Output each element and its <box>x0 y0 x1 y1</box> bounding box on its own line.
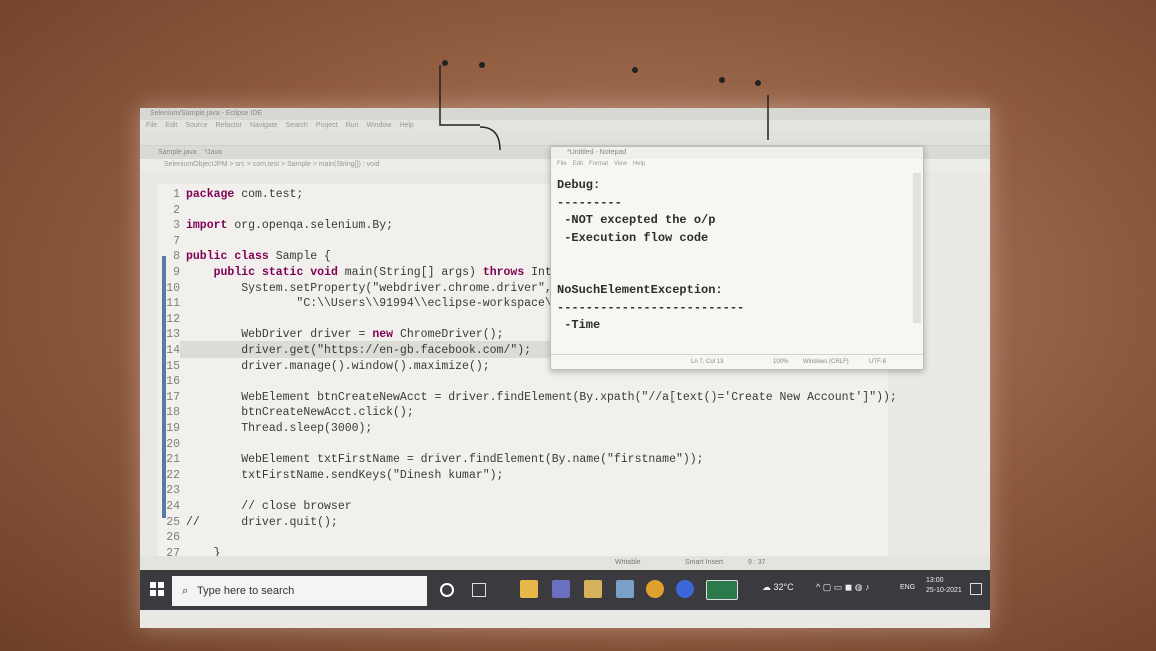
notepad-eol: Windows (CRLF) <box>803 359 849 365</box>
line-number: 2 <box>173 203 180 217</box>
code-text: // driver.quit(); <box>186 515 338 529</box>
code-line[interactable]: 22 txtFirstName.sendKeys("Dinesh kumar")… <box>158 469 503 487</box>
language-indicator[interactable]: ENG <box>900 584 915 591</box>
eclipse-taskbar-icon[interactable] <box>552 580 570 598</box>
status-position: 9 : 37 <box>748 559 766 566</box>
projected-screen: Selenium/Sample.java - Eclipse IDE File E… <box>140 108 990 628</box>
line-number: 7 <box>173 234 180 248</box>
notepad-menu-format[interactable]: Format <box>589 161 608 167</box>
code-text: WebDriver driver = new ChromeDriver(); <box>186 328 504 342</box>
notepad-cursor-pos: Ln 7, Col 13 <box>691 359 724 365</box>
notepad-scrollbar[interactable] <box>913 173 921 323</box>
code-text: WebElement btnCreateNewAcct = driver.fin… <box>186 390 897 404</box>
menu-item-edit[interactable]: Edit <box>165 122 177 129</box>
code-line[interactable]: 19 Thread.sleep(3000); <box>158 422 372 440</box>
notepad-text-area[interactable]: Debug: --------- -NOT excepted the o/p -… <box>557 177 744 335</box>
code-text: Thread.sleep(3000); <box>186 422 373 435</box>
notepad-encoding: UTF-8 <box>869 359 886 365</box>
menu-item-help[interactable]: Help <box>399 122 413 129</box>
menu-item-window[interactable]: Window <box>366 122 391 129</box>
projection-surface-marks <box>439 60 769 150</box>
search-placeholder: Type here to search <box>197 585 295 597</box>
code-text: package com.test; <box>186 188 304 201</box>
battery-app-icon[interactable] <box>706 580 738 600</box>
cortana-icon[interactable] <box>440 583 454 597</box>
cloud-icon: ☁ <box>762 582 771 592</box>
menu-item-file[interactable]: File <box>146 122 157 129</box>
task-view-icon[interactable] <box>472 583 486 597</box>
code-text: public static void main(String[] args) t… <box>213 266 566 279</box>
notepad-zoom: 100% <box>773 359 789 365</box>
clock-time: 13:00 <box>926 577 944 584</box>
status-insert-mode: Smart Insert <box>685 559 724 566</box>
notepad-taskbar-icon[interactable] <box>584 580 602 598</box>
clock-date: 25-10-2021 <box>926 587 962 594</box>
menu-item-search[interactable]: Search <box>286 122 308 129</box>
menu-item-run[interactable]: Run <box>346 122 359 129</box>
line-number: 3 <box>173 219 180 233</box>
change-gutter-bar <box>162 256 166 518</box>
code-text: driver.manage().window().maximize(); <box>186 359 490 373</box>
weather-temp: 32°C <box>773 582 794 592</box>
tab-sample-java[interactable]: Sample.java <box>158 149 197 156</box>
notification-icon[interactable] <box>970 583 982 595</box>
windows-taskbar: ⌕ Type here to search ☁ 32°C ^ ▢ ▭ ◼ ◍ ♪… <box>140 570 990 610</box>
code-line[interactable]: 3 import org.openqa.selenium.By; <box>158 219 393 237</box>
status-writable: Writable <box>615 559 641 566</box>
code-text: WebElement txtFirstName = driver.findEle… <box>186 453 704 467</box>
code-text: "C:\\Users\\91994\\eclipse-workspace\\C <box>186 297 566 311</box>
notepad-menu-edit[interactable]: Edit <box>573 161 583 167</box>
app-taskbar-icon[interactable] <box>616 580 634 598</box>
search-icon: ⌕ <box>182 585 189 597</box>
code-text: import org.openqa.selenium.By; <box>186 219 394 233</box>
notepad-window[interactable]: *Untitled - Notepad File Edit Format View He… <box>550 146 924 370</box>
line-number: 1 <box>173 188 180 201</box>
code-line[interactable]: 15 driver.manage().window().maximize(); <box>158 359 490 378</box>
menu-item-refactor[interactable]: Refactor <box>216 122 242 129</box>
notepad-menu-view[interactable]: View <box>614 161 627 167</box>
tab-other[interactable]: *Java <box>204 149 222 156</box>
line-number: 26 <box>166 531 180 545</box>
windows-start-icon[interactable] <box>150 582 164 596</box>
code-text: System.setProperty("webdriver.chrome.dri… <box>186 281 552 295</box>
menu-item-project[interactable]: Project <box>316 122 338 129</box>
eclipse-statusbar: Writable Smart Insert 9 : 37 <box>140 556 990 570</box>
tray-icons[interactable]: ^ ▢ ▭ ◼ ◍ ♪ <box>816 582 870 593</box>
chrome-icon[interactable] <box>646 580 664 598</box>
notepad-menubar: File Edit Format View Help <box>551 159 923 169</box>
clock[interactable]: 13:00 25-10-2021 <box>926 576 962 596</box>
code-line[interactable]: 11 "C:\\Users\\91994\\eclipse-workspace\… <box>158 297 566 315</box>
menu-item-source[interactable]: Source <box>185 122 207 129</box>
weather-widget[interactable]: ☁ 32°C <box>762 582 794 593</box>
notepad-menu-file[interactable]: File <box>557 161 567 167</box>
code-text: txtFirstName.sendKeys("Dinesh kumar"); <box>186 468 504 482</box>
menu-item-navigate[interactable]: Navigate <box>250 122 278 129</box>
zoom-icon[interactable] <box>676 580 694 598</box>
code-text: // close browser <box>186 500 352 513</box>
code-text: btnCreateNewAcct.click(); <box>186 406 414 420</box>
code-text: driver.get("https://en-gb.facebook.com/"… <box>186 344 532 357</box>
notepad-menu-help[interactable]: Help <box>633 161 645 167</box>
taskbar-search-input[interactable]: ⌕ Type here to search <box>172 576 427 606</box>
notepad-statusbar: Ln 7, Col 13 100% Windows (CRLF) UTF-8 <box>551 354 923 369</box>
code-text: public class Sample { <box>186 250 331 264</box>
file-explorer-icon[interactable] <box>520 580 538 598</box>
